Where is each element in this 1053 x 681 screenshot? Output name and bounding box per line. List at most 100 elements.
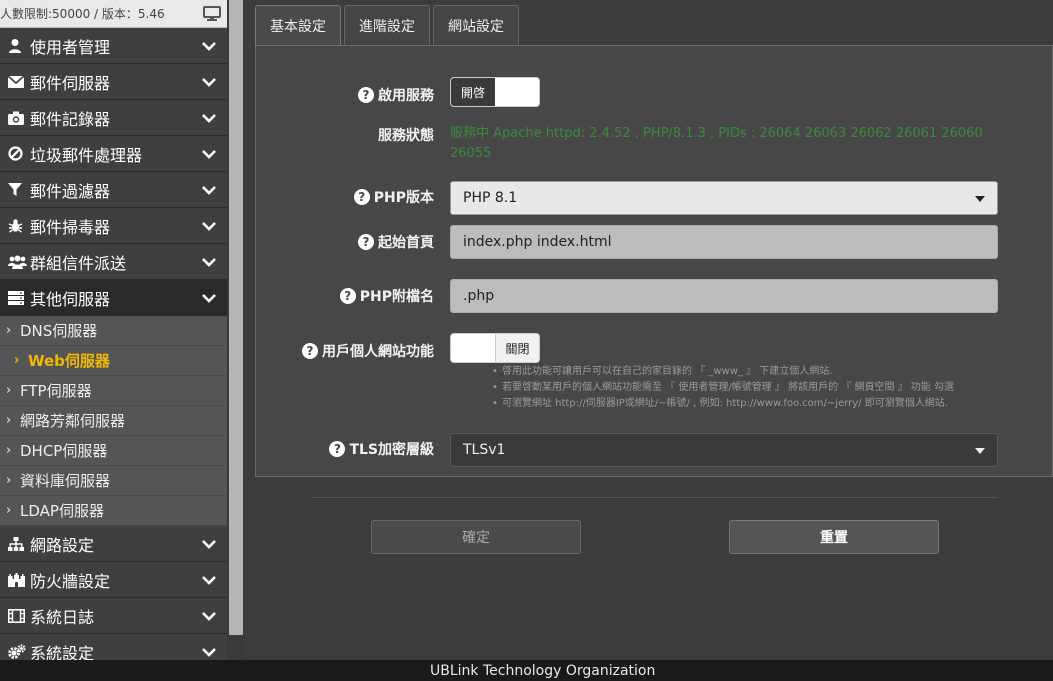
user-icon — [8, 37, 28, 55]
tls-level-select[interactable]: TLSv1 — [450, 433, 998, 467]
submenu-item-database[interactable]: › 資料庫伺服器 — [0, 466, 227, 496]
chevron-right-icon: › — [6, 443, 12, 458]
chevron-down-icon — [201, 572, 217, 588]
submenu-item-dhcp[interactable]: › DHCP伺服器 — [0, 436, 227, 466]
chevron-down-icon — [201, 536, 217, 552]
submenu-item-ftp[interactable]: › FTP伺服器 — [0, 376, 227, 406]
menu-item-group-mail[interactable]: 群組信件派送 — [0, 244, 227, 280]
submenu-item-label: DHCP伺服器 — [20, 442, 108, 460]
submenu-item-label: 網路芳鄰伺服器 — [20, 412, 126, 430]
monitor-icon[interactable] — [203, 5, 221, 22]
hint-line: 可瀏覽網址 http://伺服器IP或網址/~帳號/ , 例如: http://… — [492, 396, 1002, 412]
main-content: 基本設定 進階設定 網站設定 ? 啟用服務 開啓 服務狀態 服務中 Apache… — [245, 0, 1053, 660]
submenu-item-label: Web伺服器 — [28, 352, 110, 370]
php-version-label: ? PHP版本 — [353, 182, 434, 212]
menu-item-firewall-settings[interactable]: 防火牆設定 — [0, 562, 227, 598]
menu-item-label: 郵件掃毒器 — [30, 217, 111, 237]
chevron-right-icon: › — [6, 413, 12, 428]
menu-item-mail-filter[interactable]: 郵件過濾器 — [0, 172, 227, 208]
select-value: PHP 8.1 — [463, 190, 518, 206]
php-version-select[interactable]: PHP 8.1 — [450, 181, 998, 215]
menu-item-mail-antivirus[interactable]: 郵件掃毒器 — [0, 208, 227, 244]
version-text: 人數限制:50000 / 版本：5.46 — [0, 7, 165, 21]
tab-basic-settings[interactable]: 基本設定 — [255, 5, 341, 46]
footer-text: UBLink Technology Organization — [430, 662, 656, 679]
service-status-label: 服務狀態 — [378, 128, 434, 144]
chevron-down-icon — [201, 608, 217, 624]
submenu-item-ldap[interactable]: › LDAP伺服器 — [0, 496, 227, 526]
camera-icon — [8, 109, 28, 127]
tab-bar: 基本設定 進階設定 網站設定 — [255, 5, 522, 46]
confirm-button[interactable]: 確定 — [371, 520, 581, 554]
submenu-item-samba[interactable]: › 網路芳鄰伺服器 — [0, 406, 227, 436]
gears-icon — [8, 643, 28, 661]
submenu-item-label: DNS伺服器 — [20, 322, 98, 340]
reset-button[interactable]: 重置 — [729, 520, 939, 554]
submenu-item-label: LDAP伺服器 — [20, 502, 104, 520]
menu-item-network-settings[interactable]: 網路設定 — [0, 526, 227, 562]
chevron-right-icon: › — [6, 323, 12, 338]
menu-item-other-servers[interactable]: 其他伺服器 — [0, 280, 227, 316]
tab-advanced-settings[interactable]: 進階設定 — [344, 5, 430, 46]
help-icon[interactable]: ? — [329, 441, 346, 457]
help-icon[interactable]: ? — [358, 87, 374, 103]
php-ext-input[interactable]: .php — [450, 279, 998, 313]
sidebar: 人數限制:50000 / 版本：5.46 使用者管理 郵件伺服器 郵件記錄器 垃… — [0, 0, 227, 660]
chevron-right-icon: › — [6, 383, 12, 398]
caret-down-icon — [975, 448, 985, 454]
chevron-down-icon — [201, 38, 217, 54]
menu-item-system-settings[interactable]: 系統設定 — [0, 634, 227, 660]
menu-item-system-log[interactable]: 系統日誌 — [0, 598, 227, 634]
menu-item-user-management[interactable]: 使用者管理 — [0, 28, 227, 64]
chevron-down-icon — [201, 146, 217, 162]
menu-item-label: 系統日誌 — [30, 607, 95, 627]
menu-item-label: 其他伺服器 — [30, 289, 111, 309]
menu-item-mail-server[interactable]: 郵件伺服器 — [0, 64, 227, 100]
index-page-label: ? 起始首頁 — [358, 227, 434, 257]
menu-item-spam-handler[interactable]: 垃圾郵件處理器 — [0, 136, 227, 172]
help-icon[interactable]: ? — [339, 288, 356, 304]
php-ext-label: ? PHP附檔名 — [339, 281, 434, 311]
chevron-down-icon — [201, 110, 217, 126]
scrollbar-thumb[interactable] — [229, 0, 243, 635]
menu-item-label: 群組信件派送 — [30, 253, 127, 273]
server-icon — [8, 289, 28, 307]
help-icon[interactable]: ? — [358, 234, 374, 250]
menu-item-mail-logger[interactable]: 郵件記錄器 — [0, 100, 227, 136]
menu-item-label: 系統設定 — [30, 643, 95, 661]
menu-item-label: 郵件過濾器 — [30, 181, 111, 201]
chevron-down-icon — [201, 218, 217, 234]
ban-icon — [8, 145, 28, 163]
version-bar: 人數限制:50000 / 版本：5.46 — [0, 0, 227, 28]
submenu-item-label: FTP伺服器 — [20, 382, 92, 400]
submenu-item-dns[interactable]: › DNS伺服器 — [0, 316, 227, 346]
sidebar-scrollbar[interactable] — [227, 0, 245, 660]
menu-item-label: 郵件記錄器 — [30, 109, 111, 129]
users-icon — [8, 253, 28, 271]
user-site-toggle[interactable]: 關閉 — [450, 333, 540, 363]
settings-panel: ? 啟用服務 開啓 服務狀態 服務中 Apache httpd: 2.4.52 … — [255, 45, 1053, 477]
index-page-input[interactable]: index.php index.html — [450, 225, 998, 259]
menu-item-label: 網路設定 — [30, 535, 95, 555]
service-status-text: 服務中 Apache httpd: 2.4.52 , PHP/8.1.3 , P… — [450, 126, 983, 161]
chevron-right-icon: › — [14, 353, 20, 368]
menu-item-label: 防火牆設定 — [30, 571, 111, 591]
menu-item-label: 郵件伺服器 — [30, 73, 111, 93]
sitemap-icon — [8, 535, 28, 553]
menu-item-label: 使用者管理 — [30, 37, 111, 57]
film-icon — [8, 607, 28, 625]
tab-site-settings[interactable]: 網站設定 — [433, 5, 519, 46]
enable-service-label: ? 啟用服務 — [358, 80, 434, 110]
envelope-icon — [8, 73, 28, 91]
toggle-off-label: 關閉 — [495, 334, 539, 362]
user-site-hints: 啓用此功能可讓用戶可以在自己的家目錄的 『 _www_ 』 下建立個人網站. 若… — [492, 364, 1002, 412]
divider — [313, 497, 997, 498]
enable-service-toggle[interactable]: 開啓 — [450, 77, 540, 107]
menu-item-label: 垃圾郵件處理器 — [30, 145, 143, 165]
footer: UBLink Technology Organization — [0, 660, 1053, 681]
help-icon[interactable]: ? — [302, 343, 318, 359]
chevron-down-icon — [201, 644, 217, 660]
submenu-item-web[interactable]: › Web伺服器 — [0, 346, 227, 376]
tls-level-label: ? TLS加密層級 — [329, 434, 434, 464]
help-icon[interactable]: ? — [353, 189, 370, 205]
